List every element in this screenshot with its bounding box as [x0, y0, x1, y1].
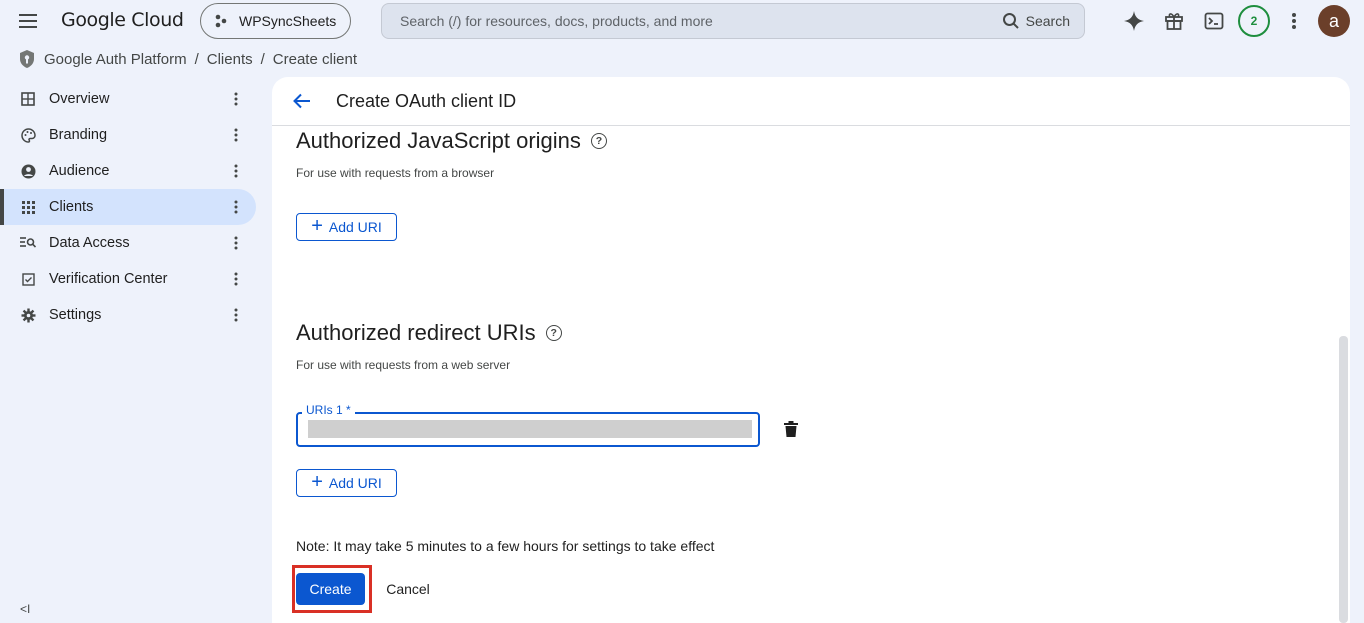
gemini-sparkle-icon[interactable]	[1122, 9, 1146, 33]
cancel-button[interactable]: Cancel	[376, 573, 440, 605]
account-avatar[interactable]: a	[1318, 5, 1350, 37]
auth-platform-shield-icon	[20, 50, 34, 68]
search-button-label: Search	[1025, 13, 1070, 29]
breadcrumb: Google Auth Platform / Clients / Create …	[18, 48, 357, 70]
js-origins-title: Authorized JavaScript origins	[296, 128, 581, 153]
search-input[interactable]	[400, 13, 1002, 29]
redirect-uris-heading: Authorized redirect URIs ?	[296, 320, 562, 346]
project-name: WPSyncSheets	[239, 13, 337, 29]
help-icon[interactable]: ?	[545, 325, 562, 341]
grid-icon	[20, 199, 36, 215]
sidebar-item-label: Branding	[49, 127, 108, 143]
create-button[interactable]: Create	[296, 573, 365, 605]
sidebar-nav: Overview Branding Audience Clients Data …	[0, 81, 262, 333]
sidebar-item-data-access[interactable]: Data Access	[0, 225, 256, 261]
gear-icon	[20, 307, 36, 323]
account-circle-icon	[20, 163, 36, 179]
redirect-uris-subtitle: For use with requests from a web server	[296, 358, 511, 372]
back-arrow-icon[interactable]	[290, 89, 314, 113]
sidebar-item-clients[interactable]: Clients	[0, 189, 256, 225]
search-bar[interactable]: Search	[381, 3, 1085, 39]
card-header: Create OAuth client ID	[272, 77, 1350, 126]
delete-uri-icon[interactable]	[784, 421, 800, 439]
redirect-uri-input[interactable]	[308, 420, 752, 438]
sidebar-item-verification-center[interactable]: Verification Center	[0, 261, 256, 297]
sidebar-item-audience[interactable]: Audience	[0, 153, 256, 189]
breadcrumb-separator: /	[260, 50, 265, 68]
manage-search-icon	[20, 235, 36, 251]
sidebar-item-label: Clients	[49, 199, 94, 215]
cloud-shell-terminal-icon[interactable]	[1202, 9, 1226, 33]
plus-icon: +	[311, 471, 323, 493]
sidebar-item-overview[interactable]: Overview	[0, 81, 256, 117]
help-icon[interactable]: ?	[590, 133, 607, 149]
more-vert-icon[interactable]	[1282, 9, 1306, 33]
google-cloud-logo[interactable]: Google Cloud	[61, 9, 184, 31]
scrollbar-thumb[interactable]	[1339, 336, 1348, 623]
add-uri-label: Add URI	[328, 219, 382, 235]
more-vert-icon[interactable]	[226, 125, 246, 145]
breadcrumb-auth-platform[interactable]: Google Auth Platform	[44, 51, 187, 68]
redirect-uri-label: URIs 1 *	[302, 403, 355, 417]
more-vert-icon[interactable]	[226, 161, 246, 181]
project-icon	[215, 14, 227, 28]
redirect-uris-title: Authorized redirect URIs	[296, 320, 536, 345]
page-title: Create OAuth client ID	[336, 90, 517, 111]
breadcrumb-clients[interactable]: Clients	[207, 51, 253, 68]
more-vert-icon[interactable]	[226, 305, 246, 325]
more-vert-icon[interactable]	[226, 89, 246, 109]
search-button[interactable]: Search	[1002, 12, 1070, 30]
more-vert-icon[interactable]	[226, 197, 246, 217]
dashboard-icon	[20, 91, 36, 107]
add-js-origin-uri-button[interactable]: + Add URI	[296, 213, 397, 241]
js-origins-heading: Authorized JavaScript origins ?	[296, 128, 607, 154]
sidebar-item-label: Settings	[49, 307, 102, 323]
sidebar-item-label: Verification Center	[49, 271, 168, 287]
create-client-card: Create OAuth client ID Authorized JavaSc…	[272, 77, 1350, 623]
top-bar: Google Cloud WPSyncSheets Search 2 a	[0, 0, 1364, 42]
add-redirect-uri-button[interactable]: + Add URI	[296, 469, 397, 497]
settings-delay-note: Note: It may take 5 minutes to a few hou…	[296, 538, 715, 554]
breadcrumb-create-client: Create client	[272, 50, 358, 68]
sidebar-item-label: Overview	[49, 91, 110, 107]
checkbox-icon	[20, 271, 36, 287]
collapse-sidebar-icon[interactable]: <I	[20, 602, 30, 616]
sidebar-item-label: Audience	[49, 163, 110, 179]
gift-icon[interactable]	[1162, 9, 1186, 33]
project-picker-button[interactable]: WPSyncSheets	[200, 3, 351, 39]
search-icon	[1002, 13, 1019, 29]
sidebar-item-settings[interactable]: Settings	[0, 297, 256, 333]
sidebar-item-branding[interactable]: Branding	[0, 117, 256, 153]
more-vert-icon[interactable]	[226, 233, 246, 253]
notifications-badge[interactable]: 2	[1238, 5, 1270, 37]
js-origins-subtitle: For use with requests from a browser	[296, 166, 495, 180]
breadcrumb-separator: /	[194, 50, 199, 68]
plus-icon: +	[311, 215, 323, 237]
sidebar-item-label: Data Access	[49, 235, 130, 251]
more-vert-icon[interactable]	[226, 269, 246, 289]
main-menu-icon[interactable]	[16, 10, 40, 32]
add-uri-label: Add URI	[328, 475, 382, 491]
palette-icon	[20, 127, 36, 143]
